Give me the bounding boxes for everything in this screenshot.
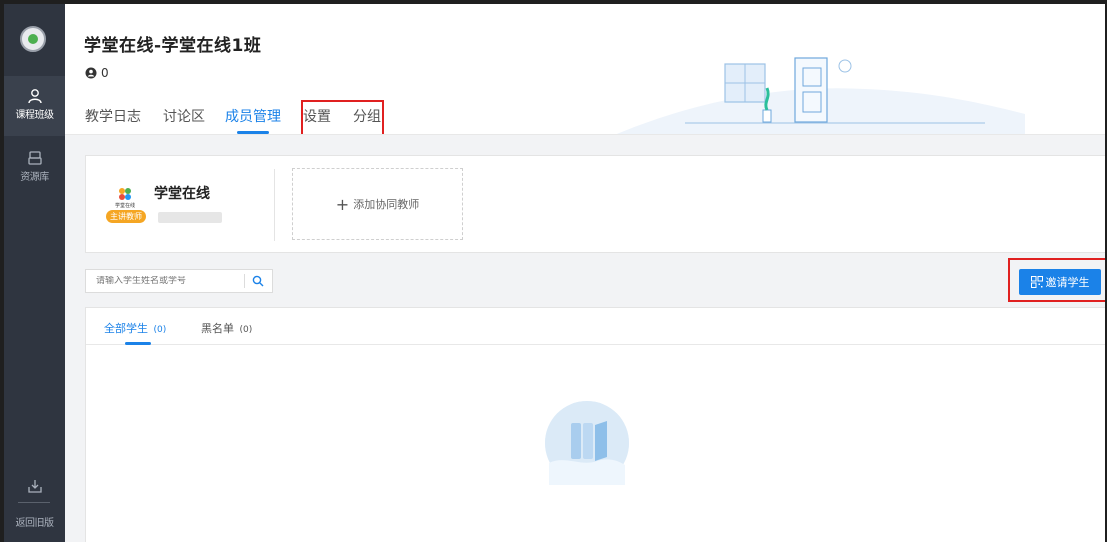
member-icon xyxy=(85,67,97,79)
header-illustration xyxy=(616,57,1025,134)
add-co-teacher-label: 添加协同教师 xyxy=(353,198,420,211)
main-content: 学堂在线 主讲教师 学堂在线 + 添加协同教师 请输入学生姓名或学号 邀请学生 … xyxy=(65,135,1105,542)
empty-state-illustration xyxy=(545,401,629,485)
sidebar: 课程班级 资源库 返回旧版 xyxy=(4,4,65,542)
class-icon xyxy=(27,89,42,104)
invite-highlight-box xyxy=(1008,258,1105,302)
sidebar-item-resources[interactable]: 资源库 xyxy=(4,144,65,194)
active-tab-underline xyxy=(125,342,151,345)
tab-teaching-log[interactable]: 教学日志 xyxy=(85,106,141,134)
tab-all-students[interactable]: 全部学生 (0) xyxy=(104,320,166,336)
class-header: 学堂在线-学堂在线1班 0 教学日志 讨论区 成员管理 设置 分组 xyxy=(65,4,1105,135)
empty-book-icon xyxy=(545,401,629,485)
resource-icon xyxy=(27,151,42,165)
student-search-input[interactable] xyxy=(86,276,244,286)
teacher-subtitle-redacted xyxy=(158,212,222,223)
teacher-card: 学堂在线 主讲教师 学堂在线 + 添加协同教师 xyxy=(85,155,1105,253)
lead-teacher-badge: 主讲教师 xyxy=(106,210,146,223)
app-window: 课程班级 资源库 返回旧版 学堂在线-学堂在线1班 0 教学日志 讨论区 成员管… xyxy=(0,0,1107,542)
tab-discussion[interactable]: 讨论区 xyxy=(163,106,205,134)
search-button[interactable] xyxy=(245,275,271,287)
tab-blacklist-count: (0) xyxy=(239,325,253,335)
teacher-logo-text: 学堂在线 xyxy=(115,202,135,209)
tab-blacklist[interactable]: 黑名单 (0) xyxy=(201,320,252,336)
tab-all-students-count: (0) xyxy=(153,325,167,335)
back-label: 返回旧版 xyxy=(15,518,55,529)
search-icon xyxy=(252,275,264,287)
member-count-value: 0 xyxy=(101,66,109,80)
tab-member-management[interactable]: 成员管理 xyxy=(225,106,281,134)
tab-all-students-label: 全部学生 xyxy=(104,322,148,335)
teacher-name: 学堂在线 xyxy=(154,186,210,202)
back-to-old-version-link[interactable]: 返回旧版 xyxy=(4,514,65,529)
student-tabs: 全部学生 (0) 黑名单 (0) xyxy=(86,308,1105,345)
tab-blacklist-label: 黑名单 xyxy=(201,322,234,335)
plus-icon: + xyxy=(335,194,350,214)
logo-mark-icon xyxy=(28,34,38,44)
sidebar-item-label: 资源库 xyxy=(20,172,49,183)
student-list-panel: 全部学生 (0) 黑名单 (0) xyxy=(85,307,1105,542)
sidebar-divider xyxy=(18,502,50,503)
app-logo[interactable] xyxy=(20,26,46,52)
tab-highlight-box xyxy=(301,100,384,134)
page-title: 学堂在线-学堂在线1班 xyxy=(84,36,262,56)
card-divider xyxy=(274,169,275,241)
student-search xyxy=(85,269,273,293)
download-icon xyxy=(27,480,42,493)
member-count: 0 xyxy=(85,66,109,80)
sidebar-item-classes[interactable]: 课程班级 xyxy=(4,76,65,136)
download-button[interactable] xyxy=(4,478,65,496)
add-co-teacher-button[interactable]: + 添加协同教师 xyxy=(292,168,463,240)
sidebar-item-label: 课程班级 xyxy=(15,110,55,121)
